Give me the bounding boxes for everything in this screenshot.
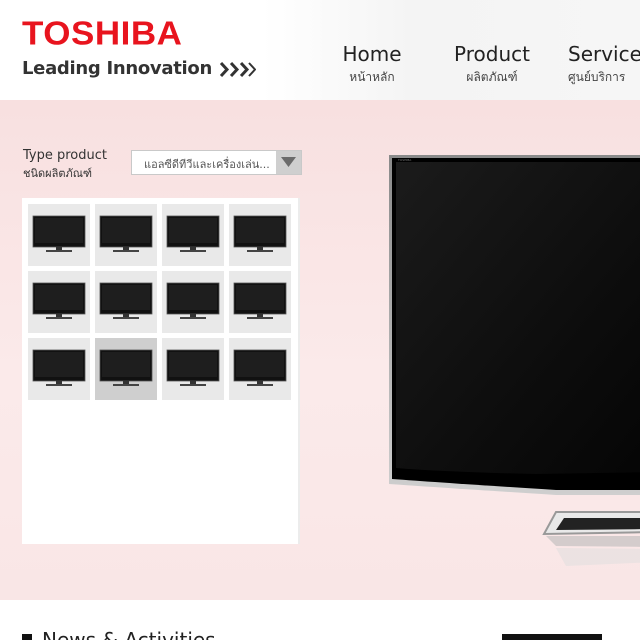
tv-icon xyxy=(99,282,153,319)
type-product-label-en: Type product xyxy=(23,148,107,163)
type-product-label: Type product ชนิดผลิตภัณฑ์ xyxy=(23,148,107,182)
product-hero: Type product ชนิดผลิตภัณฑ์ แอลซีดีทีวีแล… xyxy=(0,100,640,600)
product-thumbnail[interactable] xyxy=(162,204,224,266)
tv-icon xyxy=(32,282,86,319)
tv-icon xyxy=(233,349,287,386)
triangle-down-icon xyxy=(281,157,296,167)
nav-service-label: Service xyxy=(568,42,640,66)
product-thumbnail[interactable] xyxy=(95,271,157,333)
product-thumbnail[interactable] xyxy=(28,338,90,400)
tv-icon xyxy=(166,349,220,386)
product-thumbnail[interactable] xyxy=(28,271,90,333)
svg-text:TOSHIBA: TOSHIBA xyxy=(397,158,412,162)
product-thumbnail[interactable] xyxy=(95,204,157,266)
nav-service[interactable]: Service ศูนย์บริการ xyxy=(568,42,640,87)
nav-home[interactable]: Home หน้าหลัก xyxy=(338,42,406,87)
tv-icon xyxy=(233,215,287,252)
tv-icon xyxy=(166,282,220,319)
tv-icon xyxy=(32,349,86,386)
nav-product[interactable]: Product ผลิตภัณฑ์ xyxy=(448,42,536,87)
news-more-button[interactable] xyxy=(502,634,602,640)
type-product-label-th: ชนิดผลิตภัณฑ์ xyxy=(23,167,93,180)
product-thumbnail[interactable] xyxy=(162,271,224,333)
nav-product-sublabel: ผลิตภัณฑ์ xyxy=(466,70,518,84)
nav-home-sublabel: หน้าหลัก xyxy=(349,70,395,84)
product-thumbnail[interactable] xyxy=(95,338,157,400)
tv-icon xyxy=(99,215,153,252)
tv-icon xyxy=(99,349,153,386)
product-thumbnail-grid xyxy=(22,198,298,544)
tv-icon xyxy=(233,282,287,319)
news-bullet xyxy=(22,634,32,640)
type-product-selected-value: แอลซีดีทีวีและเครื่องเล่น... xyxy=(144,158,270,171)
featured-tv-image: TOSHIBA xyxy=(389,155,640,566)
logo-tagline: Leading Innovation xyxy=(22,58,212,79)
product-thumbnail[interactable] xyxy=(229,271,291,333)
tv-icon xyxy=(166,215,220,252)
nav-service-sublabel: ศูนย์บริการ xyxy=(568,70,626,84)
product-thumbnail[interactable] xyxy=(162,338,224,400)
news-title: News & Activities xyxy=(42,628,216,640)
news-section: News & Activities xyxy=(0,600,640,640)
product-thumbnail[interactable] xyxy=(229,338,291,400)
product-thumbnail[interactable] xyxy=(28,204,90,266)
chevrons-icon xyxy=(220,61,256,78)
product-thumbnail[interactable] xyxy=(229,204,291,266)
type-product-select[interactable]: แอลซีดีทีวีและเครื่องเล่น... xyxy=(131,150,302,175)
nav-home-label: Home xyxy=(342,42,402,66)
nav-product-label: Product xyxy=(454,42,530,66)
site-header: TOSHIBA Leading Innovation Home หน้าหลัก… xyxy=(0,0,640,100)
select-arrow-button[interactable] xyxy=(276,151,301,174)
logo-wordmark: TOSHIBA xyxy=(22,15,183,53)
tv-icon xyxy=(32,215,86,252)
